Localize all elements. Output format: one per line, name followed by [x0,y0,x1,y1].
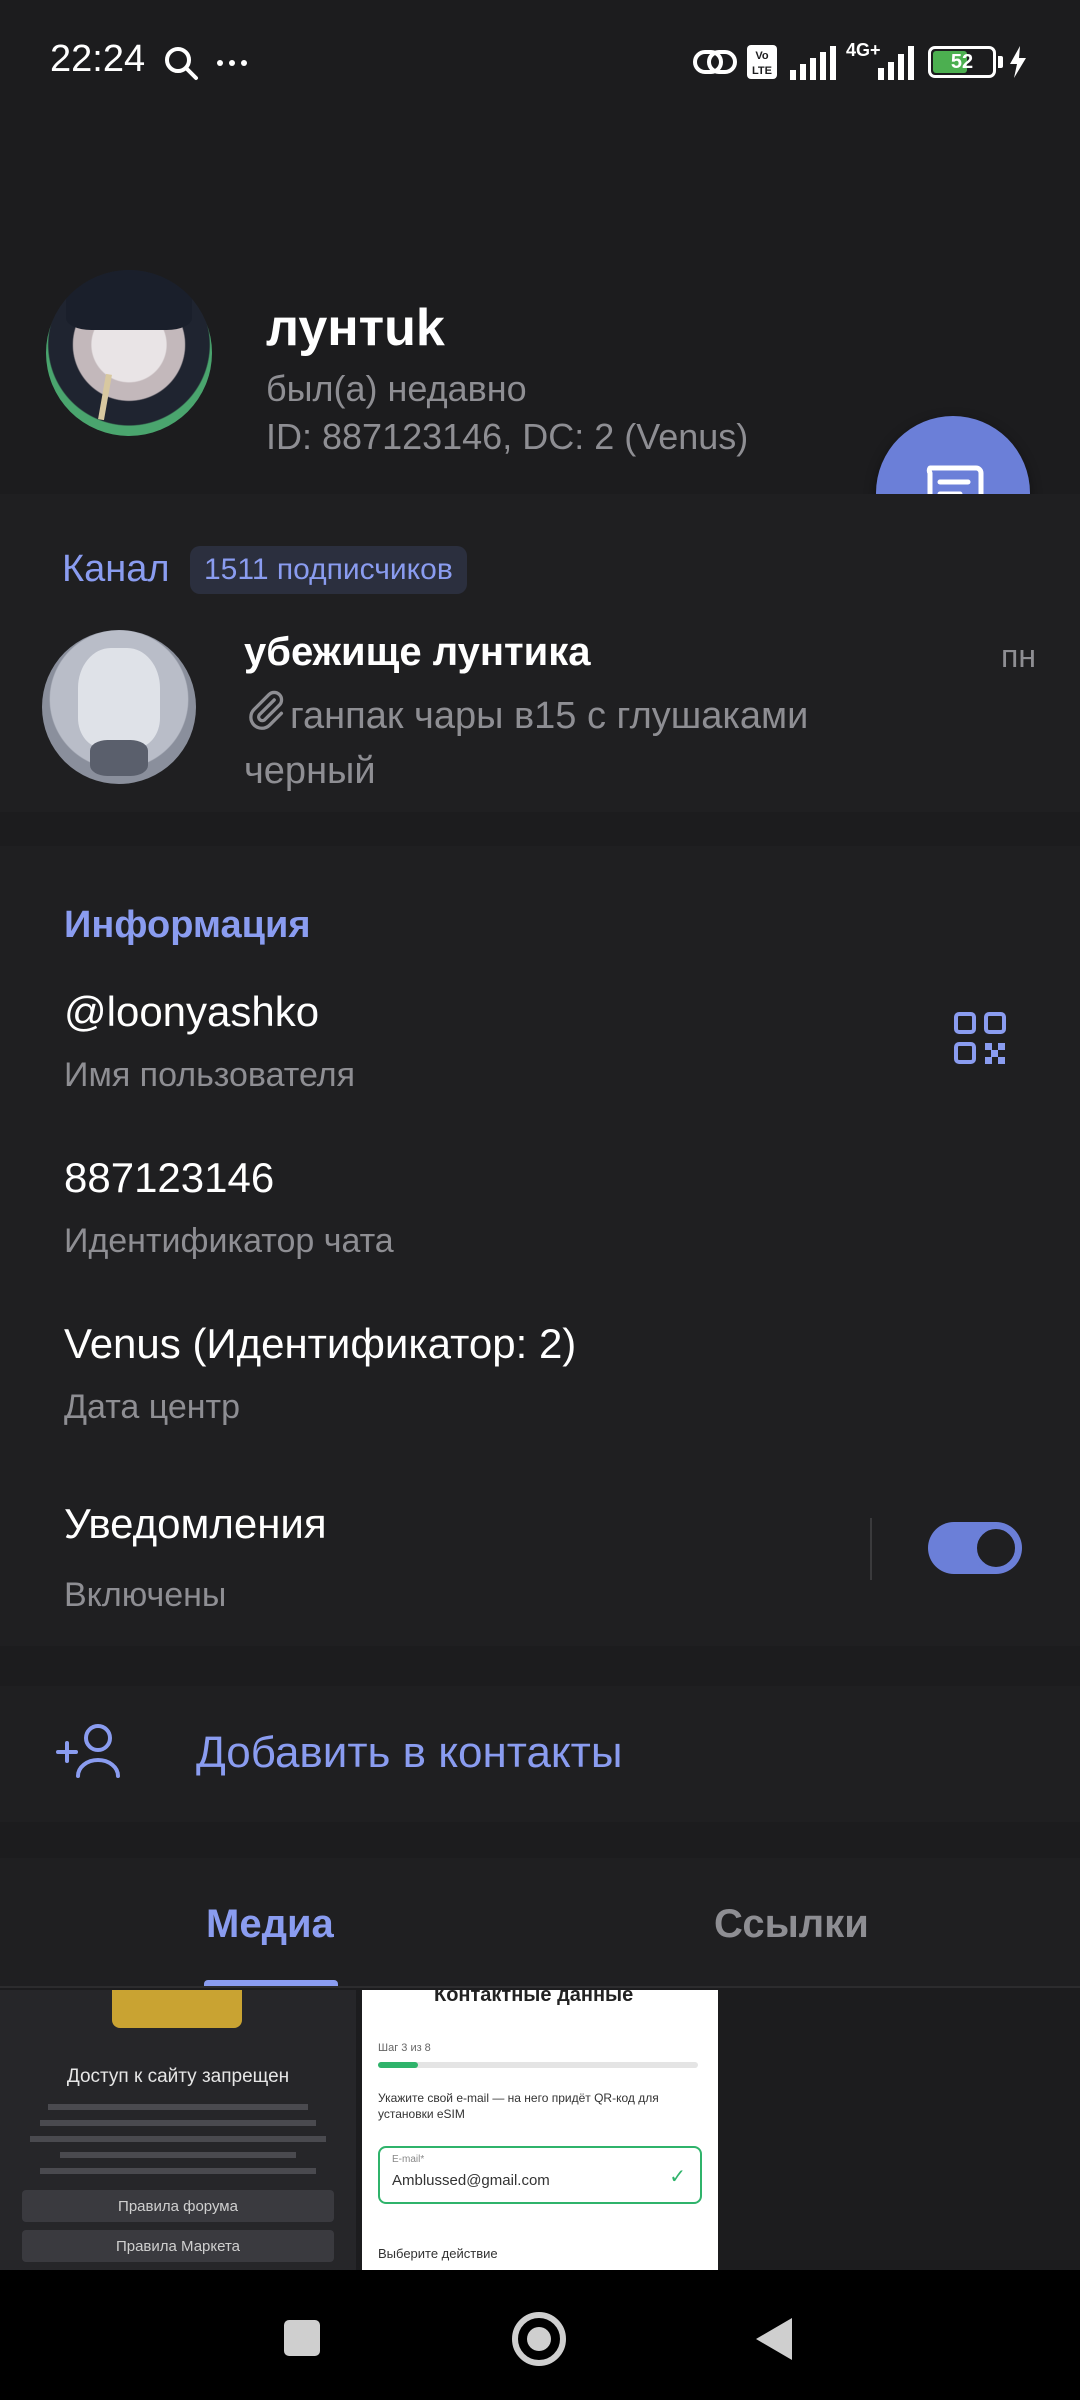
chat-id-label: Идентификатор чата [64,1222,394,1260]
volte-icon: Vo LTE [747,45,777,79]
text-line [30,2136,326,2142]
tab-links[interactable]: Ссылки [714,1902,869,1947]
status-bar: 22:24 Vo LTE 4G+ 52 [0,0,1080,120]
battery-tip [998,56,1003,68]
back-nav-icon[interactable] [754,2316,794,2362]
warning-graphic [112,1990,242,2028]
thumb1-button: Правила Маркета [22,2230,334,2262]
data-center-value[interactable]: Venus (Идентификатор: 2) [64,1320,576,1368]
navigation-bar [0,2270,1080,2400]
profile-name: лунтuk [266,299,445,357]
search-icon [165,47,198,80]
thumb2-text: Укажите свой e-mail — на него придёт QR-… [378,2091,659,2121]
check-icon: ✓ [669,2166,686,2188]
tabs-divider [0,1986,1080,1988]
link-icon [693,50,737,74]
svg-text:LTE: LTE [752,65,772,77]
tab-media[interactable]: Медиа [206,1902,334,1947]
progress-fill [378,2062,418,2068]
chat-id-value[interactable]: 887123146 [64,1154,274,1202]
battery-level: 52 [950,50,974,73]
media-tabs [0,1858,1080,1988]
toggle-knob [972,1524,1020,1572]
channel-message-text: ганпак чары в15 с глушаками черный [244,695,809,792]
paperclip-icon [244,688,290,746]
signal-icon [790,46,836,80]
text-line [60,2152,296,2158]
thumb2-action: Выберите действие [378,2246,498,2261]
qr-code-icon[interactable] [954,1012,1006,1064]
profile-id-line: ID: 887123146, DC: 2 (Venus) [266,416,749,457]
more-icon [217,60,247,66]
channel-title[interactable]: убежище лунтика [244,630,590,675]
progress-track [378,2062,698,2068]
home-icon[interactable] [512,2312,566,2366]
notifications-title[interactable]: Уведомления [64,1500,327,1548]
text-line [40,2168,316,2174]
add-contact-label[interactable]: Добавить в контакты [196,1728,622,1778]
thumb2-step: Шаг 3 из 8 [378,2042,431,2054]
text-line [40,2120,316,2126]
media-thumbnail[interactable]: Доступ к сайту запрещен Правила форума П… [0,1990,356,2270]
subscribers-badge: 1511 подписчиков [190,546,467,594]
avatar[interactable] [46,270,212,436]
thumb2-email-field: E-mail* Amblussed@gmail.com ✓ [378,2146,702,2204]
channel-last-post-date: пн [1001,638,1036,674]
app-bar [0,120,1080,318]
username-label: Имя пользователя [64,1056,355,1094]
thumb2-heading: Контактные данные [434,1990,634,2006]
thumb1-heading: Доступ к сайту запрещен [66,2066,290,2087]
channel-label: Канал [62,548,170,590]
notifications-state: Включены [64,1576,227,1614]
recent-apps-icon[interactable] [284,2320,320,2356]
channel-avatar[interactable] [42,630,196,784]
channel-last-message: ганпак чары в15 с глушаками черный [244,688,944,797]
battery-icon: 52 [928,46,996,78]
media-thumbnail[interactable]: Контактные данные Шаг 3 из 8 Укажите сво… [362,1990,718,2270]
notifications-toggle[interactable] [928,1522,1022,1574]
username-value[interactable]: @loonyashko [64,988,319,1036]
status-time: 22:24 [50,38,146,80]
svg-text:Vo: Vo [755,50,769,62]
charging-icon [1010,46,1026,78]
divider [870,1518,872,1580]
text-line [48,2104,308,2110]
add-user-icon [56,1724,120,1778]
thumb1-button: Правила форума [22,2190,334,2222]
data-center-label: Дата центр [64,1388,240,1426]
thumb2-field-label: E-mail* [392,2154,425,2165]
thumb2-email: Amblussed@gmail.com [392,2172,550,2189]
signal-icon [878,46,914,80]
info-header: Информация [64,904,311,946]
last-seen-status: был(а) недавно [266,368,527,409]
